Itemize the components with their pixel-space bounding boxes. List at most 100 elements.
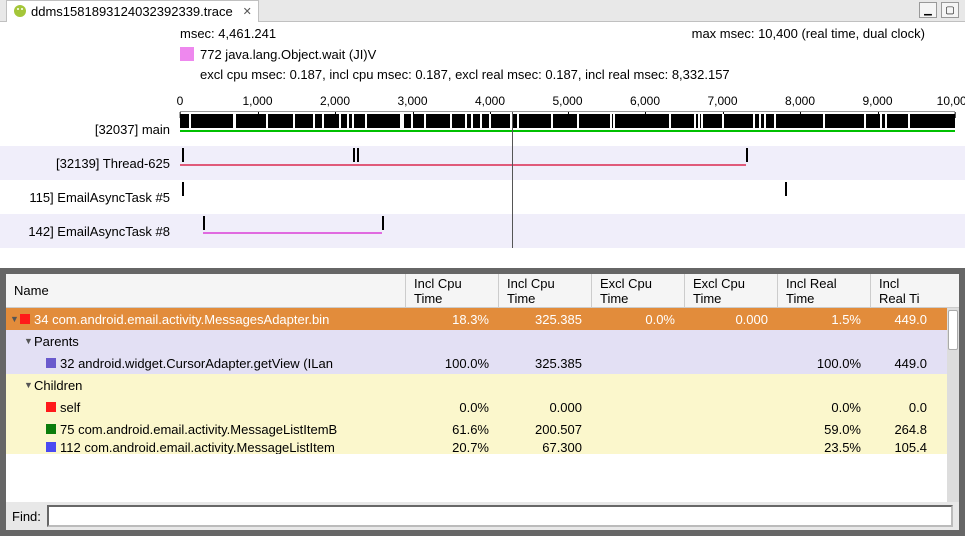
cell: 200.507: [499, 422, 592, 437]
tab-title: ddms1581893124032392339.trace: [31, 4, 233, 19]
ruler-tick: 6,000: [630, 94, 660, 108]
tab-bar: ddms1581893124032392339.trace ✕ ▁ ▢: [0, 0, 965, 22]
column-header[interactable]: Incl Real Ti: [871, 274, 931, 307]
maximize-button[interactable]: ▢: [941, 2, 959, 18]
table-body: ▼34 com.android.email.activity.MessagesA…: [6, 308, 959, 454]
profile-table-wrap: NameIncl Cpu TimeIncl Cpu TimeExcl Cpu T…: [0, 268, 965, 536]
find-label: Find:: [12, 509, 41, 524]
thread-lane[interactable]: [180, 146, 955, 180]
ruler-tick: 0: [177, 94, 184, 108]
track-row[interactable]: [32139] Thread-625: [0, 146, 965, 180]
column-header[interactable]: Name: [6, 274, 406, 307]
thread-label: [32139] Thread-625: [0, 146, 180, 180]
cell: 0.000: [685, 312, 778, 327]
cell-name: ▼Parents: [6, 334, 406, 349]
cell: 67.300: [499, 440, 592, 454]
thread-lane[interactable]: [180, 180, 955, 214]
ruler-tick: 1,000: [242, 94, 272, 108]
cell: 100.0%: [778, 356, 871, 371]
ruler-tick: 8,000: [785, 94, 815, 108]
cell: 0.0%: [406, 400, 499, 415]
find-input[interactable]: [47, 505, 953, 527]
info-row: msec: 4,461.241 max msec: 10,400 (real t…: [0, 22, 965, 44]
msec-label: msec: 4,461.241: [180, 26, 276, 41]
ruler-tick: 10,000: [937, 94, 965, 108]
ruler-tick: 7,000: [707, 94, 737, 108]
track-row[interactable]: 142] EmailAsyncTask #8: [0, 214, 965, 248]
table-row[interactable]: 32 android.widget.CursorAdapter.getView …: [6, 352, 959, 374]
table-header[interactable]: NameIncl Cpu TimeIncl Cpu TimeExcl Cpu T…: [6, 274, 959, 308]
cell: 23.5%: [778, 440, 871, 454]
cell-name: 32 android.widget.CursorAdapter.getView …: [6, 356, 406, 371]
window-controls: ▁ ▢: [919, 2, 959, 18]
close-icon[interactable]: ✕: [243, 5, 252, 18]
vertical-scrollbar[interactable]: [947, 308, 959, 502]
column-header[interactable]: Incl Cpu Time: [499, 274, 592, 307]
scrollbar-thumb[interactable]: [948, 310, 958, 350]
tab-ddms-trace[interactable]: ddms1581893124032392339.trace ✕: [6, 0, 259, 22]
table-row[interactable]: ▼Children: [6, 374, 959, 396]
color-swatch: [20, 314, 30, 324]
cell: 59.0%: [778, 422, 871, 437]
cell-name: ▼34 com.android.email.activity.MessagesA…: [6, 312, 406, 327]
cell: 0.0: [871, 400, 931, 415]
table-row[interactable]: 112 com.android.email.activity.MessageLi…: [6, 440, 959, 454]
method-row: 772 java.lang.Object.wait (JI)V: [0, 44, 965, 64]
cell: 449.0: [871, 356, 931, 371]
cell: 61.6%: [406, 422, 499, 437]
find-bar: Find:: [6, 502, 959, 530]
thread-label: 142] EmailAsyncTask #8: [0, 214, 180, 248]
color-swatch: [46, 402, 56, 412]
column-header[interactable]: Incl Real Time: [778, 274, 871, 307]
cell: 0.0%: [778, 400, 871, 415]
column-header[interactable]: Incl Cpu Time: [406, 274, 499, 307]
table-row[interactable]: self0.0%0.0000.0%0.0: [6, 396, 959, 418]
cell: 105.4: [871, 440, 931, 454]
cell-name: self: [6, 400, 406, 415]
cell: 325.385: [499, 312, 592, 327]
method-name: 772 java.lang.Object.wait (JI)V: [200, 47, 376, 62]
thread-lane[interactable]: [180, 214, 955, 248]
android-icon: [13, 4, 27, 18]
column-header[interactable]: Excl Cpu Time: [592, 274, 685, 307]
ruler-tick: 3,000: [397, 94, 427, 108]
chevron-down-icon[interactable]: ▼: [10, 314, 20, 324]
thread-lane[interactable]: [180, 112, 955, 146]
ruler-tick: 5,000: [552, 94, 582, 108]
cell: 100.0%: [406, 356, 499, 371]
cell: 264.8: [871, 422, 931, 437]
cell: 1.5%: [778, 312, 871, 327]
cell-name: ▼Children: [6, 378, 406, 393]
ruler-tick: 2,000: [320, 94, 350, 108]
cell: 18.3%: [406, 312, 499, 327]
color-swatch: [46, 424, 56, 434]
max-msec-label: max msec: 10,400 (real time, dual clock): [692, 26, 925, 41]
timing-detail: excl cpu msec: 0.187, incl cpu msec: 0.1…: [200, 67, 730, 82]
track-row[interactable]: [32037] main: [0, 112, 965, 146]
color-swatch: [46, 358, 56, 368]
method-color-swatch: [180, 47, 194, 61]
table-row[interactable]: ▼34 com.android.email.activity.MessagesA…: [6, 308, 959, 330]
cell: 0.0%: [592, 312, 685, 327]
chevron-down-icon[interactable]: ▼: [24, 336, 34, 346]
profile-table: NameIncl Cpu TimeIncl Cpu TimeExcl Cpu T…: [6, 274, 959, 502]
column-header[interactable]: Excl Cpu Time: [685, 274, 778, 307]
timing-info: excl cpu msec: 0.187, incl cpu msec: 0.1…: [0, 64, 965, 84]
playhead[interactable]: [512, 112, 513, 248]
ruler-tick: 9,000: [862, 94, 892, 108]
minimize-button[interactable]: ▁: [919, 2, 937, 18]
cell-name: 75 com.android.email.activity.MessageLis…: [6, 422, 406, 437]
track-row[interactable]: 115] EmailAsyncTask #5: [0, 180, 965, 214]
chevron-down-icon[interactable]: ▼: [24, 380, 34, 390]
cell: 325.385: [499, 356, 592, 371]
thread-label: [32037] main: [0, 112, 180, 146]
timeline-tracks[interactable]: [32037] main[32139] Thread-625115] Email…: [0, 112, 965, 248]
table-row[interactable]: ▼Parents: [6, 330, 959, 352]
table-row[interactable]: 75 com.android.email.activity.MessageLis…: [6, 418, 959, 440]
cell: 449.0: [871, 312, 931, 327]
ruler-tick: 4,000: [475, 94, 505, 108]
thread-label: 115] EmailAsyncTask #5: [0, 180, 180, 214]
cell-name: 112 com.android.email.activity.MessageLi…: [6, 440, 406, 454]
cell: 20.7%: [406, 440, 499, 454]
time-ruler: 0 1,000 2,000 3,000 4,000 5,000 6,000 7,000 8,00…: [180, 84, 955, 112]
